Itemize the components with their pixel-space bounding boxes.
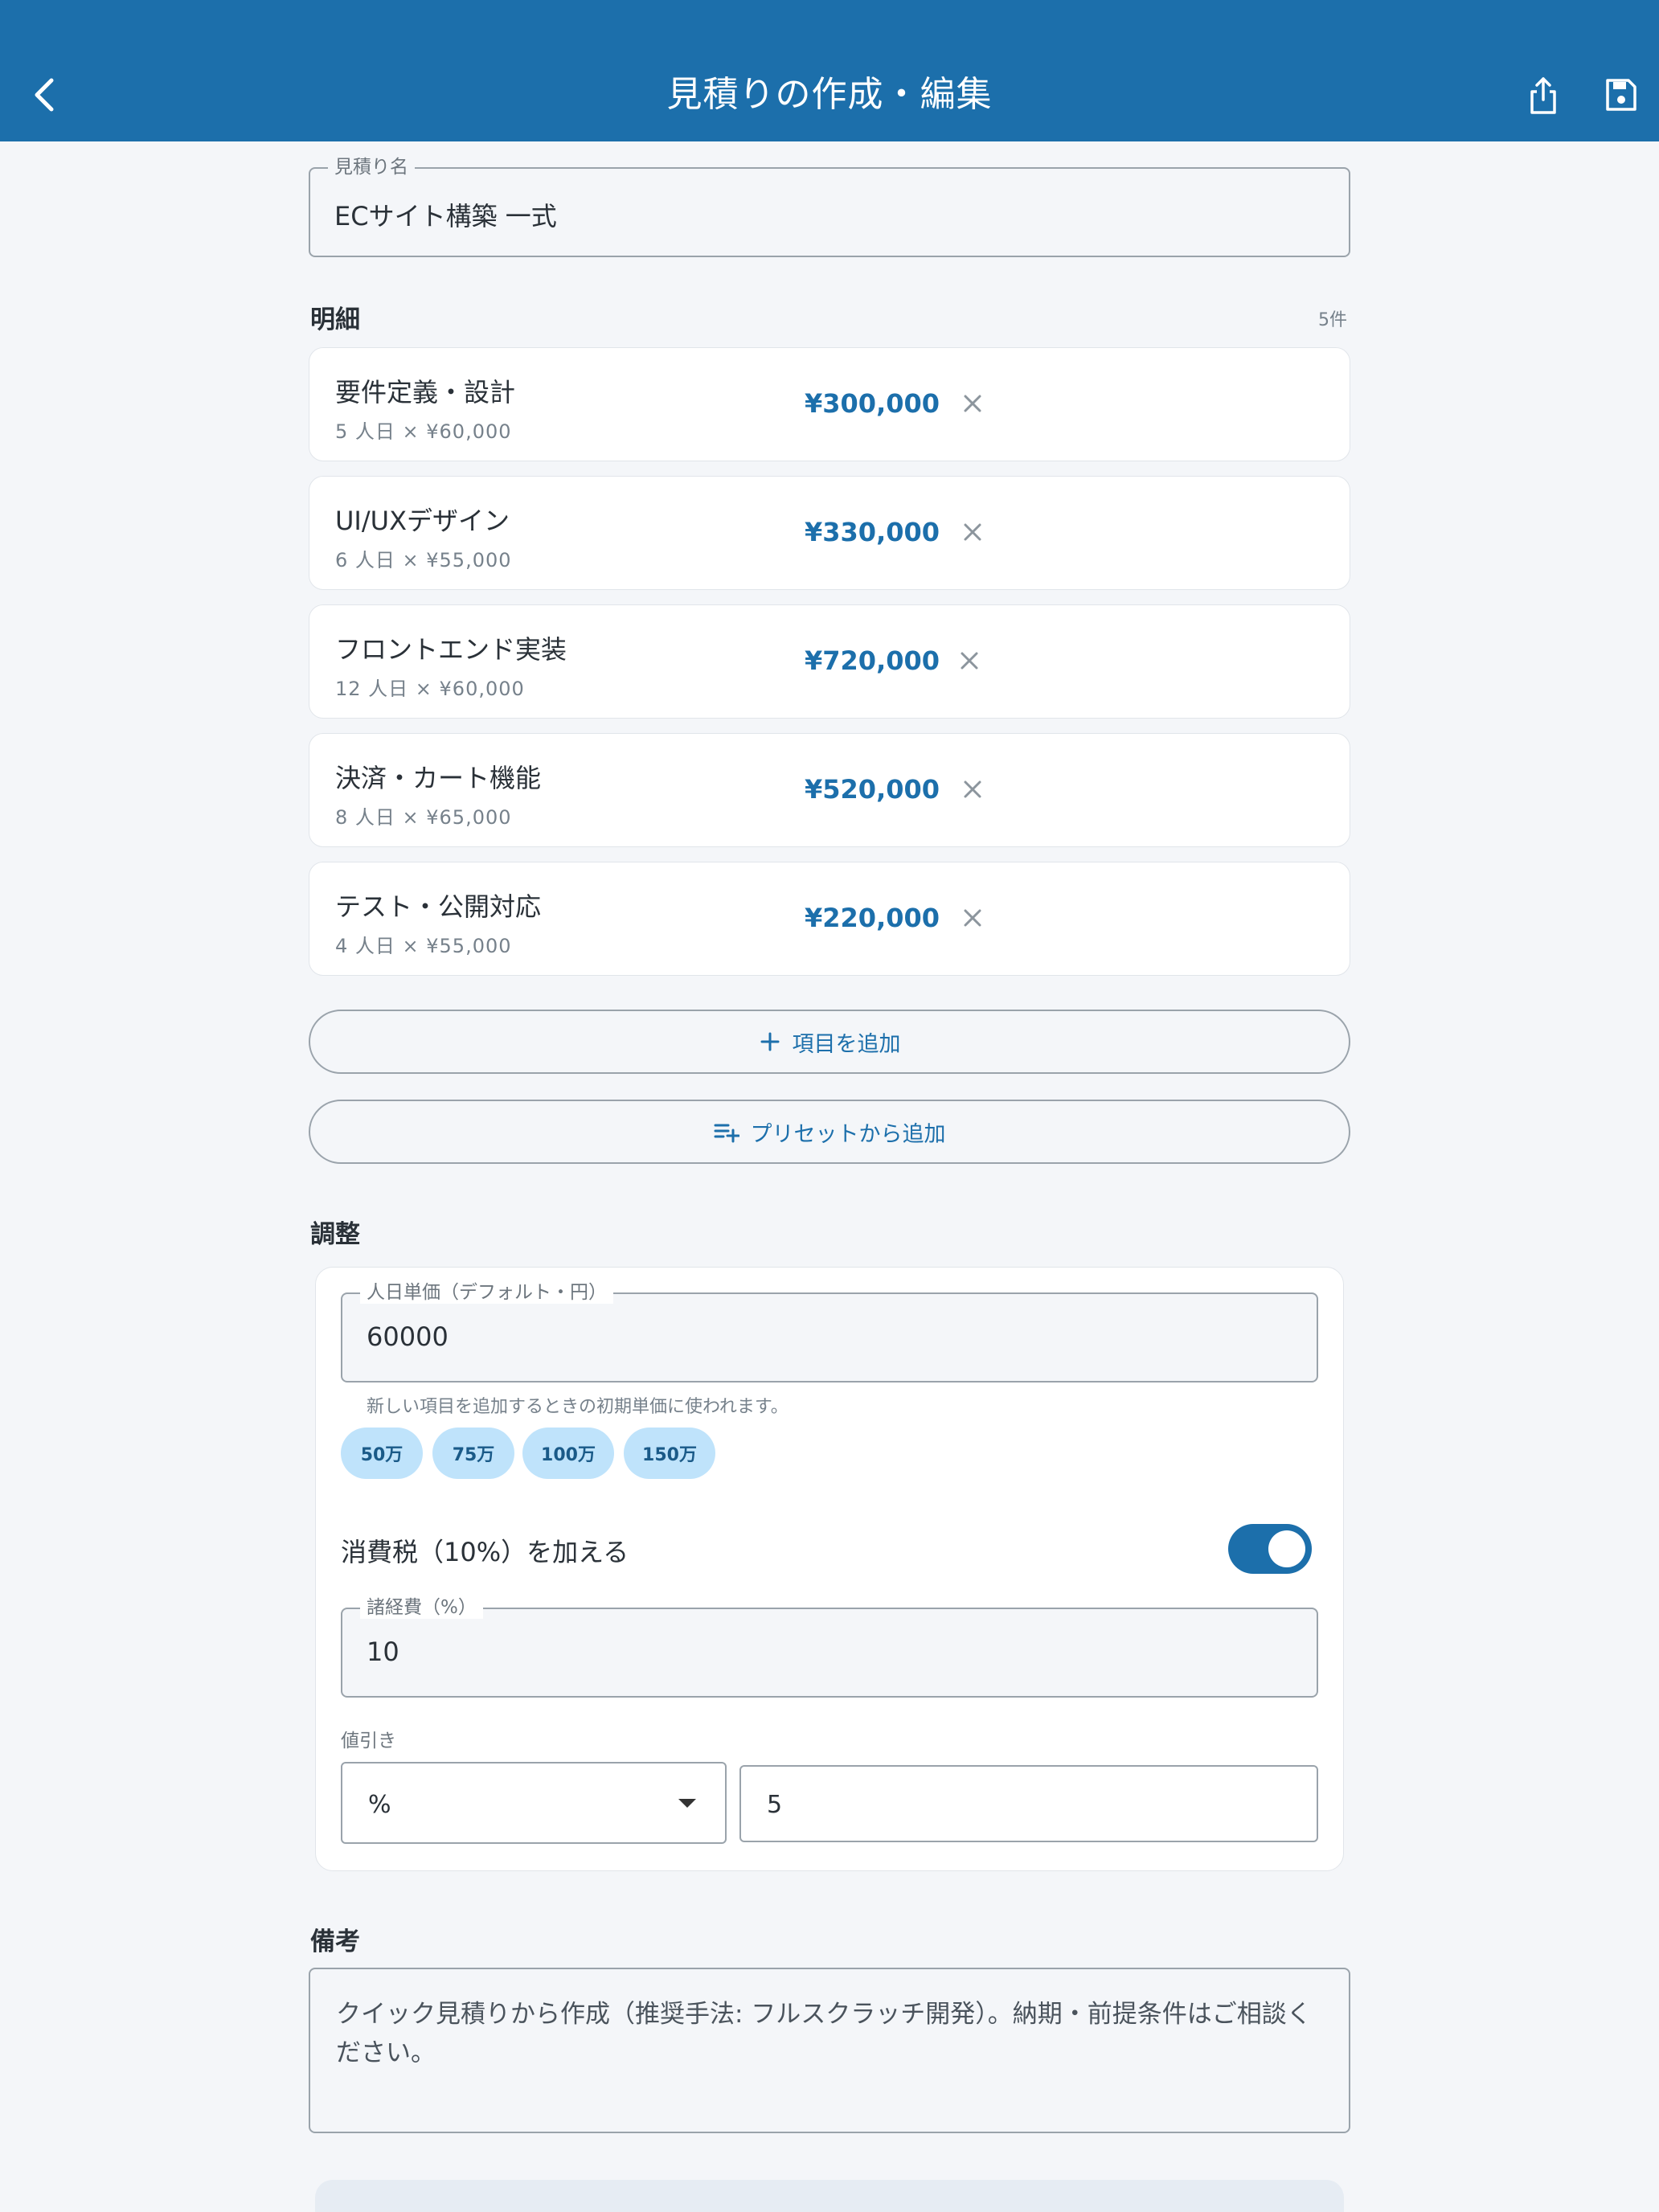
estimate-name-value: ECサイト構築 一式 — [334, 201, 557, 231]
line-item-detail: 12 人日 × ¥60,000 — [335, 678, 525, 700]
delete-item-icon[interactable] — [956, 647, 983, 674]
details-count: 5件 — [1318, 310, 1347, 330]
share-icon[interactable] — [1527, 76, 1559, 116]
line-item[interactable]: 決済・カート機能 8 人日 × ¥65,000 ¥520,000 — [309, 733, 1350, 847]
tax-toggle-switch[interactable] — [1228, 1524, 1312, 1574]
delete-item-icon[interactable] — [959, 390, 986, 417]
line-item-detail: 6 人日 × ¥55,000 — [335, 549, 512, 571]
line-item-name: 要件定義・設計 — [335, 377, 516, 408]
day-rate-field[interactable]: 人日単価（デフォルト・円） 60000 — [341, 1281, 1318, 1382]
page-title: 見積りの作成・編集 — [666, 74, 993, 115]
day-rate-hint: 新しい項目を追加するときの初期単価に使われます。 — [367, 1397, 789, 1417]
discount-type-select[interactable]: % — [341, 1762, 727, 1844]
save-icon[interactable] — [1603, 77, 1638, 113]
expenses-label: 諸経費（%） — [360, 1596, 483, 1619]
add-from-preset-label: プリセットから追加 — [750, 1121, 946, 1147]
discount-type-value: % — [368, 1791, 391, 1819]
line-item-name: フロントエンド実装 — [335, 634, 567, 665]
day-rate-label: 人日単価（デフォルト・円） — [360, 1281, 613, 1304]
line-item-name: テスト・公開対応 — [335, 891, 542, 922]
rate-chip[interactable]: 150万 — [624, 1428, 715, 1479]
discount-value: 5 — [767, 1791, 783, 1819]
details-section-title: 明細 — [310, 305, 360, 334]
estimate-name-field[interactable]: 見積り名 ECサイト構築 一式 — [309, 156, 1350, 257]
adjustments-section-title: 調整 — [310, 1220, 360, 1249]
line-item-detail: 4 人日 × ¥55,000 — [335, 935, 512, 957]
line-item-amount: ¥300,000 — [805, 388, 940, 419]
day-rate-value: 60000 — [367, 1321, 449, 1352]
line-item-name: UI/UXデザイン — [335, 506, 510, 536]
notes-section-title: 備考 — [310, 1927, 360, 1956]
delete-item-icon[interactable] — [959, 776, 986, 803]
line-item-amount: ¥220,000 — [805, 903, 940, 933]
line-item[interactable]: フロントエンド実装 12 人日 × ¥60,000 ¥720,000 — [309, 604, 1350, 719]
notes-textarea[interactable]: クイック見積りから作成（推奨手法: フルスクラッチ開発）。納期・前提条件はご相談… — [309, 1968, 1350, 2133]
dropdown-caret-icon — [678, 1799, 696, 1808]
add-item-button[interactable]: 項目を追加 — [309, 1010, 1350, 1074]
rate-chip[interactable]: 50万 — [341, 1428, 423, 1479]
line-item-amount: ¥520,000 — [805, 774, 940, 805]
app-bar: 見積りの作成・編集 — [0, 0, 1659, 141]
add-item-label: 項目を追加 — [792, 1031, 901, 1057]
tax-toggle-label: 消費税（10%）を加える — [341, 1537, 629, 1567]
toggle-knob — [1268, 1530, 1305, 1567]
delete-item-icon[interactable] — [959, 904, 986, 932]
line-item[interactable]: テスト・公開対応 4 人日 × ¥55,000 ¥220,000 — [309, 862, 1350, 976]
rate-chip[interactable]: 75万 — [432, 1428, 514, 1479]
line-item[interactable]: UI/UXデザイン 6 人日 × ¥55,000 ¥330,000 — [309, 476, 1350, 590]
summary-card — [315, 2180, 1344, 2212]
discount-value-input[interactable]: 5 — [739, 1765, 1318, 1842]
line-item-detail: 8 人日 × ¥65,000 — [335, 806, 512, 829]
plus-icon — [760, 1032, 779, 1051]
discount-label: 値引き — [341, 1731, 396, 1751]
delete-item-icon[interactable] — [959, 518, 986, 546]
estimate-name-label: 見積り名 — [328, 156, 415, 178]
line-item-amount: ¥720,000 — [805, 645, 940, 676]
line-item-amount: ¥330,000 — [805, 517, 940, 547]
playlist-add-icon — [714, 1124, 739, 1143]
expenses-field[interactable]: 諸経費（%） 10 — [341, 1596, 1318, 1698]
line-item-detail: 5 人日 × ¥60,000 — [335, 420, 512, 443]
notes-text: クイック見積りから作成（推奨手法: フルスクラッチ開発）。納期・前提条件はご相談… — [336, 2000, 1312, 2067]
line-item[interactable]: 要件定義・設計 5 人日 × ¥60,000 ¥300,000 — [309, 347, 1350, 461]
rate-chip[interactable]: 100万 — [522, 1428, 614, 1479]
expenses-value: 10 — [367, 1636, 399, 1667]
add-from-preset-button[interactable]: プリセットから追加 — [309, 1100, 1350, 1164]
line-item-name: 決済・カート機能 — [335, 763, 542, 793]
